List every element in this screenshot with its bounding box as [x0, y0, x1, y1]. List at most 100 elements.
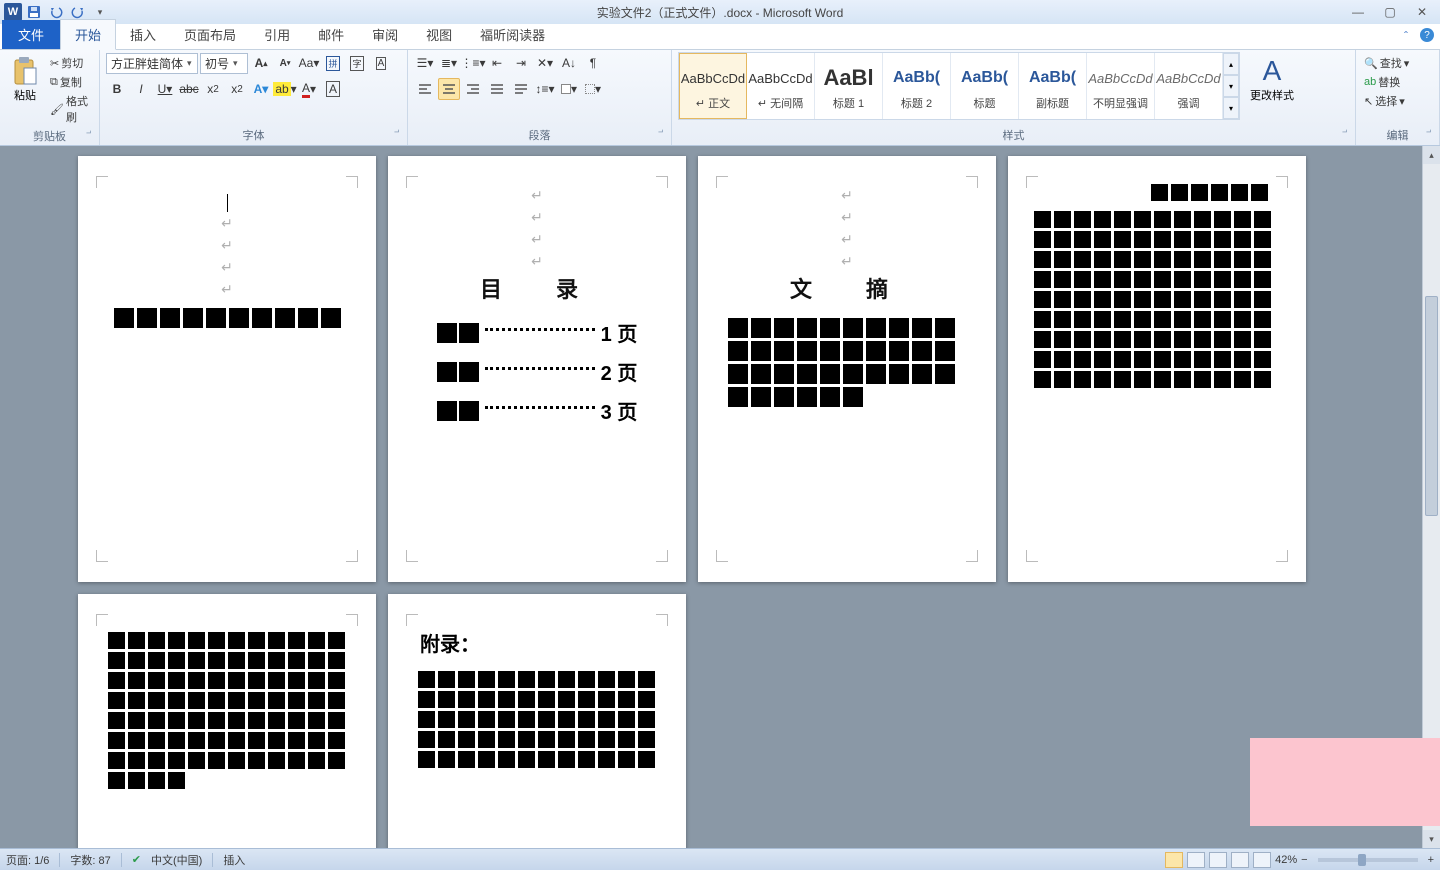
close-button[interactable]: ✕ [1408, 2, 1436, 22]
appendix-heading: 附录： [420, 628, 662, 657]
italic-button[interactable]: I [130, 78, 152, 100]
shading-button[interactable]: ▾ [558, 78, 580, 100]
tab-insert[interactable]: 插入 [116, 20, 170, 49]
highlight-button[interactable]: ab▾ [274, 78, 296, 100]
page-3[interactable]: ↵↵↵↵ 文 摘 [698, 156, 996, 582]
style-title[interactable]: AaBb(标题 [951, 53, 1019, 119]
view-draft-button[interactable] [1253, 852, 1271, 868]
superscript-button[interactable]: x2 [226, 78, 248, 100]
font-size-combo[interactable]: 初号▾ [200, 53, 248, 74]
align-center-button[interactable] [438, 78, 460, 100]
show-marks-button[interactable]: ¶ [582, 52, 604, 74]
bold-button[interactable]: B [106, 78, 128, 100]
scroll-thumb[interactable] [1425, 296, 1438, 516]
tab-file[interactable]: 文件 [2, 20, 60, 49]
save-icon[interactable] [24, 2, 44, 22]
tab-layout[interactable]: 页面布局 [170, 20, 250, 49]
copy-button[interactable]: ⧉复制 [48, 73, 93, 91]
increase-indent-button[interactable]: ⇥ [510, 52, 532, 74]
word-app-icon[interactable]: W [4, 3, 22, 21]
numbering-button[interactable]: ≣▾ [438, 52, 460, 74]
find-button[interactable]: 🔍查找▾ [1362, 54, 1411, 72]
bullets-button[interactable]: ☰▾ [414, 52, 436, 74]
group-clipboard: 粘贴 ✂剪切 ⧉复制 🖌格式刷 剪贴板 [0, 50, 100, 145]
status-lang[interactable]: 中文(中国) [151, 852, 202, 868]
line-spacing-button[interactable]: ↕≡▾ [534, 78, 556, 100]
subscript-button[interactable]: x2 [202, 78, 224, 100]
tab-view[interactable]: 视图 [412, 20, 466, 49]
justify-button[interactable] [486, 78, 508, 100]
style-subtitle[interactable]: AaBb(副标题 [1019, 53, 1087, 119]
strike-button[interactable]: abc [178, 78, 200, 100]
style-nospacing[interactable]: AaBbCcDd↵ 无间隔 [747, 53, 815, 119]
font-family-combo[interactable]: 方正胖娃简体▾ [106, 53, 198, 74]
paste-button[interactable]: 粘贴 [6, 52, 44, 106]
align-right-button[interactable] [462, 78, 484, 100]
page-6[interactable]: 附录： [388, 594, 686, 848]
enclosed-button[interactable]: 字 [346, 52, 368, 74]
clear-format-button[interactable]: A [370, 52, 392, 74]
tab-references[interactable]: 引用 [250, 20, 304, 49]
tab-review[interactable]: 审阅 [358, 20, 412, 49]
view-print-button[interactable] [1165, 852, 1183, 868]
grow-font-button[interactable]: A▴ [250, 52, 272, 74]
tab-foxit[interactable]: 福昕阅读器 [466, 20, 559, 49]
style-heading2[interactable]: AaBb(标题 2 [883, 53, 951, 119]
group-paragraph: ☰▾ ≣▾ ⋮≡▾ ⇤ ⇥ ✕▾ A↓ ¶ ↕≡▾ ▾ ▾ 段落 [408, 50, 672, 145]
replace-button[interactable]: ab替换 [1362, 73, 1411, 91]
maximize-button[interactable]: ▢ [1376, 2, 1404, 22]
asian-layout-button[interactable]: ✕▾ [534, 52, 556, 74]
zoom-value[interactable]: 42% [1275, 854, 1297, 866]
align-left-button[interactable] [414, 78, 436, 100]
group-label-editing: 编辑 [1362, 125, 1433, 145]
style-normal[interactable]: AaBbCcDd↵ 正文 [679, 53, 747, 119]
group-font: 方正胖娃简体▾ 初号▾ A▴ A▾ Aa▾ 拼 字 A B I U▾ abc x… [100, 50, 408, 145]
style-emphasis[interactable]: AaBbCcDd强调 [1155, 53, 1223, 119]
status-page[interactable]: 页面: 1/6 [6, 852, 49, 868]
status-words[interactable]: 字数: 87 [70, 852, 110, 868]
spellcheck-icon[interactable]: ✔ [132, 853, 141, 866]
format-painter-button[interactable]: 🖌格式刷 [48, 92, 93, 126]
page-5[interactable] [78, 594, 376, 848]
help-icon[interactable]: ? [1420, 28, 1434, 42]
gallery-scroll[interactable]: ▴▾▾ [1223, 53, 1239, 119]
decrease-indent-button[interactable]: ⇤ [486, 52, 508, 74]
underline-button[interactable]: U▾ [154, 78, 176, 100]
zoom-in-button[interactable]: + [1428, 854, 1434, 866]
minimize-ribbon-icon[interactable]: ˆ [1398, 28, 1414, 44]
zoom-slider[interactable] [1318, 858, 1418, 862]
replace-icon: ab [1364, 76, 1376, 88]
text-effects-button[interactable]: A▾ [250, 78, 272, 100]
shrink-font-button[interactable]: A▾ [274, 52, 296, 74]
font-color-button[interactable]: A▾ [298, 78, 320, 100]
change-case-button[interactable]: Aa▾ [298, 52, 320, 74]
change-styles-button[interactable]: A 更改样式 [1244, 52, 1300, 106]
toc-heading: 目 录 [412, 272, 662, 304]
phonetic-button[interactable]: 拼 [322, 52, 344, 74]
tab-home[interactable]: 开始 [60, 19, 116, 50]
zoom-out-button[interactable]: − [1301, 854, 1307, 866]
scroll-down-icon[interactable]: ▾ [1423, 830, 1440, 848]
status-mode[interactable]: 插入 [223, 852, 245, 868]
minimize-button[interactable]: — [1344, 2, 1372, 22]
borders-button[interactable]: ▾ [582, 78, 604, 100]
view-web-button[interactable] [1209, 852, 1227, 868]
group-label-font: 字体 [106, 125, 401, 145]
tab-mailings[interactable]: 邮件 [304, 20, 358, 49]
document-area[interactable]: ▦ ↵ ↵ ↵ ↵ ↵↵↵↵ 目 录 1 页 2 页 3 页 ↵↵↵↵ 文 [0, 146, 1440, 848]
style-heading1[interactable]: AaBl标题 1 [815, 53, 883, 119]
multilevel-button[interactable]: ⋮≡▾ [462, 52, 484, 74]
page-4[interactable] [1008, 156, 1306, 582]
scroll-up-icon[interactable]: ▴ [1423, 146, 1440, 164]
ribbon: 粘贴 ✂剪切 ⧉复制 🖌格式刷 剪贴板 方正胖娃简体▾ 初号▾ A▴ A▾ Aa… [0, 50, 1440, 146]
char-border-button[interactable]: A [322, 78, 344, 100]
page-1[interactable]: ↵ ↵ ↵ ↵ [78, 156, 376, 582]
page-2[interactable]: ↵↵↵↵ 目 录 1 页 2 页 3 页 [388, 156, 686, 582]
distribute-button[interactable] [510, 78, 532, 100]
view-fullscreen-button[interactable] [1187, 852, 1205, 868]
style-subtle[interactable]: AaBbCcDd不明显强调 [1087, 53, 1155, 119]
view-outline-button[interactable] [1231, 852, 1249, 868]
cut-button[interactable]: ✂剪切 [48, 54, 93, 72]
sort-button[interactable]: A↓ [558, 52, 580, 74]
select-button[interactable]: ↖选择▾ [1362, 92, 1411, 110]
